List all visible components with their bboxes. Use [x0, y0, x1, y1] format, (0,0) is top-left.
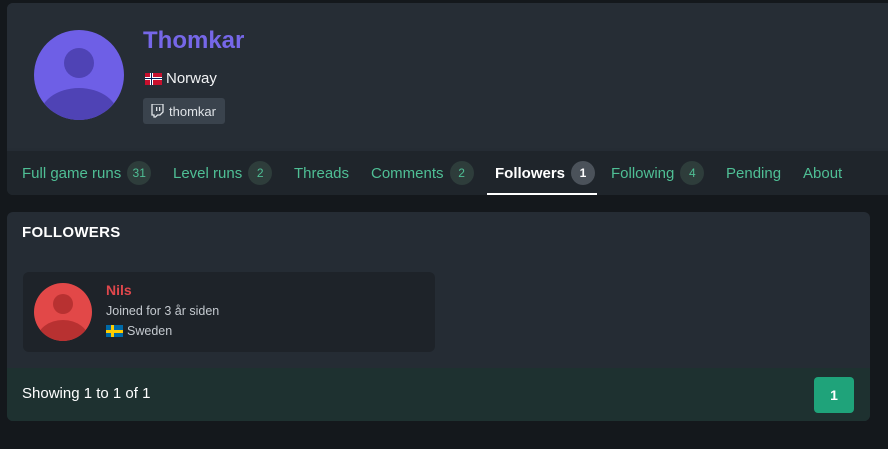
tab-full-game-runs[interactable]: Full game runs 31 — [22, 151, 152, 195]
avatar[interactable] — [34, 30, 124, 120]
tab-count-badge: 2 — [449, 161, 474, 185]
tab-pending[interactable]: Pending — [726, 151, 781, 195]
follower-card[interactable]: Nils Joined for 3 år siden Sweden — [23, 272, 435, 352]
pagination-footer: Showing 1 to 1 of 1 1 — [7, 368, 870, 421]
tab-label: Comments — [371, 164, 444, 182]
section-title: FOLLOWERS — [22, 224, 121, 241]
page-button[interactable]: 1 — [814, 377, 854, 413]
tab-followers[interactable]: Followers 1 — [495, 151, 596, 195]
tab-following[interactable]: Following 4 — [611, 151, 705, 195]
active-tab-underline — [487, 193, 597, 195]
sweden-flag-icon — [106, 325, 123, 337]
twitch-handle: thomkar — [169, 103, 216, 119]
follower-country: Sweden — [106, 324, 172, 338]
tab-label: Followers — [495, 164, 566, 182]
tab-threads[interactable]: Threads — [294, 151, 349, 195]
follower-avatar[interactable] — [34, 283, 92, 341]
tab-label: Threads — [294, 164, 350, 182]
tab-about[interactable]: About — [803, 151, 842, 195]
follower-country-name: Sweden — [127, 324, 173, 338]
avatar-body-shape — [39, 88, 119, 120]
twitch-link[interactable]: thomkar — [143, 98, 225, 124]
tab-label: Following — [611, 164, 675, 182]
tab-count-badge: 4 — [680, 161, 705, 185]
tab-count-badge: 2 — [248, 161, 273, 185]
avatar-head-shape — [64, 48, 94, 78]
follower-joined: Joined for 3 år siden — [106, 304, 220, 318]
profile-header: Thomkar Norway thomkar — [7, 3, 888, 148]
avatar-head-shape — [53, 294, 73, 314]
showing-count: Showing 1 to 1 of 1 — [22, 385, 151, 402]
followers-card: FOLLOWERS Nils Joined for 3 år siden Swe… — [7, 212, 870, 421]
tab-comments[interactable]: Comments 2 — [371, 151, 474, 195]
tab-level-runs[interactable]: Level runs 2 — [173, 151, 273, 195]
norway-flag-icon — [145, 72, 162, 85]
profile-card: Thomkar Norway thomkar Full game runs 31… — [7, 3, 888, 195]
country-name: Norway — [166, 70, 217, 87]
username[interactable]: Thomkar — [143, 27, 244, 55]
follower-name[interactable]: Nils — [106, 282, 132, 298]
tab-label: Full game runs — [22, 164, 122, 182]
tab-label: Pending — [726, 164, 782, 182]
profile-country: Norway — [145, 70, 217, 87]
profile-tabs: Full game runs 31 Level runs 2 Threads C… — [7, 151, 888, 195]
avatar-body-shape — [37, 320, 89, 341]
twitch-icon — [151, 104, 164, 118]
tab-count-badge: 31 — [127, 161, 152, 185]
tab-label: Level runs — [173, 164, 243, 182]
tab-label: About — [803, 164, 843, 182]
tab-count-badge: 1 — [571, 161, 596, 185]
